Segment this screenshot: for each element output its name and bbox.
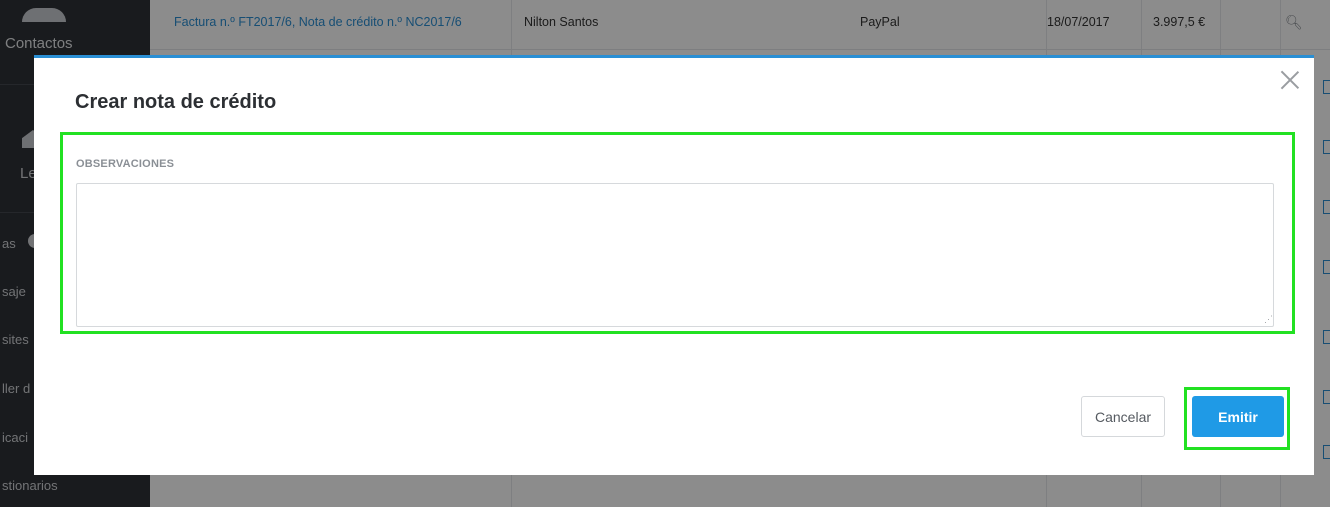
dialog-title: Crear nota de crédito — [75, 91, 277, 113]
credit-note-dialog: Crear nota de crédito OBSERVACIONES ⋰ Ca… — [34, 55, 1314, 475]
observaciones-label: OBSERVACIONES — [76, 158, 175, 170]
close-icon[interactable] — [1280, 70, 1300, 90]
cancel-button[interactable]: Cancelar — [1081, 396, 1165, 437]
emit-button[interactable]: Emitir — [1192, 396, 1284, 437]
resize-grip-icon[interactable]: ⋰ — [1264, 315, 1273, 324]
emit-button-highlight: Emitir — [1184, 387, 1290, 450]
observaciones-textarea[interactable] — [76, 183, 1274, 327]
observaciones-field-group: OBSERVACIONES ⋰ — [60, 132, 1295, 334]
